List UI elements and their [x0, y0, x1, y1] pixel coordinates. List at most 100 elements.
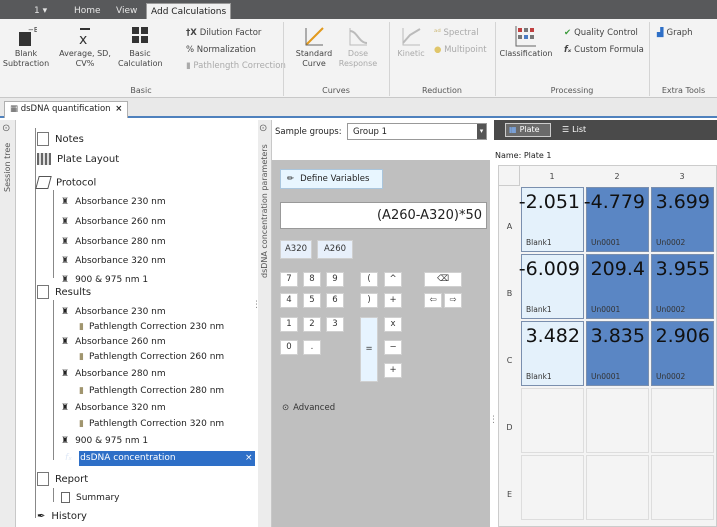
- tree-node-plate-layout[interactable]: Plate Layout: [37, 153, 119, 167]
- classification-button[interactable]: Classification: [498, 25, 554, 59]
- tab-view[interactable]: View: [116, 3, 137, 19]
- sample-groups-select[interactable]: Group 1 ▾: [347, 123, 487, 140]
- close-tab-icon[interactable]: ×: [115, 104, 122, 114]
- tree-node-history[interactable]: ✒ History: [37, 510, 87, 524]
- well-e1[interactable]: [521, 455, 584, 520]
- well-b2[interactable]: 209.4 Un0001: [586, 254, 649, 319]
- well-e3[interactable]: [651, 455, 714, 520]
- document-tab[interactable]: ▦ dsDNA quantification ×: [4, 101, 129, 118]
- app-menu-button[interactable]: 1 ▾: [34, 3, 47, 19]
- well-b3[interactable]: 3.955 Un0002: [651, 254, 714, 319]
- tree-node-protocol-item[interactable]: ♜ Absorbance 230 nm: [61, 195, 166, 209]
- tab-add-calculations[interactable]: Add Calculations: [146, 3, 232, 19]
- spectral-button[interactable]: ᵃᵈ Spectral: [434, 28, 479, 39]
- well-a2[interactable]: -4.779 Un0001: [584, 187, 649, 252]
- well-a3[interactable]: 3.699 Un0002: [651, 187, 714, 252]
- basic-calculation-button[interactable]: Basic Calculation: [118, 25, 163, 69]
- multipoint-button[interactable]: ● Multipoint: [434, 45, 487, 56]
- key-plus[interactable]: +: [384, 293, 402, 308]
- plate-view-button[interactable]: ▦ Plate: [505, 123, 551, 137]
- tree-node-results[interactable]: Results: [37, 285, 91, 300]
- graph-button[interactable]: ▟ Graph: [657, 28, 693, 39]
- quality-control-button[interactable]: ✔ Quality Control: [564, 28, 638, 39]
- key-open-paren[interactable]: (: [360, 272, 378, 287]
- column-header[interactable]: 2: [586, 172, 648, 181]
- custom-formula-button[interactable]: fₓ Custom Formula: [564, 45, 644, 56]
- key-close-paren[interactable]: ): [360, 293, 378, 308]
- key-minus[interactable]: −: [384, 340, 402, 355]
- well-d2[interactable]: [586, 388, 649, 453]
- well-b1[interactable]: -6.009 Blank1: [519, 254, 584, 319]
- key-1[interactable]: 1: [280, 317, 298, 332]
- pathlength-correction-button[interactable]: ▮ Pathlength Correction: [186, 61, 286, 72]
- standard-curve-button[interactable]: Standard Curve: [294, 25, 334, 69]
- key-5[interactable]: 5: [303, 293, 321, 308]
- key-decimal[interactable]: .: [303, 340, 321, 355]
- key-4[interactable]: 4: [280, 293, 298, 308]
- define-variables-button[interactable]: ✏ Define Variables: [280, 169, 383, 189]
- row-header[interactable]: B: [499, 289, 520, 298]
- tree-node-summary[interactable]: Summary: [61, 491, 120, 505]
- tree-node-result-item[interactable]: ♜ Absorbance 280 nm: [61, 367, 166, 381]
- well-c2[interactable]: 3.835 Un0001: [586, 321, 649, 386]
- tree-node-notes[interactable]: Notes: [37, 132, 84, 147]
- close-icon[interactable]: ×: [245, 451, 253, 465]
- key-power[interactable]: ^: [384, 272, 402, 287]
- tree-node-protocol-item[interactable]: ♜ Absorbance 280 nm: [61, 235, 166, 249]
- tree-node-protocol[interactable]: Protocol: [35, 176, 96, 191]
- tree-node-protocol-item[interactable]: ♜ Absorbance 260 nm: [61, 215, 166, 229]
- tree-node-result-item[interactable]: ♜ Absorbance 260 nm: [61, 335, 166, 349]
- tree-node-protocol-item[interactable]: ♜ Absorbance 320 nm: [61, 254, 166, 268]
- formula-input[interactable]: (A260-A320)*50: [280, 202, 487, 229]
- collapse-icon[interactable]: ⊙: [2, 123, 10, 134]
- kinetic-button[interactable]: Kinetic: [394, 25, 428, 59]
- key-plus-extra[interactable]: +: [384, 363, 402, 378]
- tree-node-result-item[interactable]: ▮ Pathlength Correction 280 nm: [79, 384, 224, 398]
- tree-node-report[interactable]: Report: [37, 472, 88, 487]
- tree-node-result-item[interactable]: ▮ Pathlength Correction 230 nm: [79, 320, 224, 334]
- column-header[interactable]: 1: [521, 172, 583, 181]
- key-8[interactable]: 8: [303, 272, 321, 287]
- key-7[interactable]: 7: [280, 272, 298, 287]
- tree-node-result-item[interactable]: ▮ Pathlength Correction 320 nm: [79, 417, 224, 431]
- tab-home[interactable]: Home: [74, 3, 101, 19]
- cursor-right-button[interactable]: ⇨: [444, 293, 462, 308]
- key-2[interactable]: 2: [303, 317, 321, 332]
- blank-subtraction-button[interactable]: −B Blank Subtraction: [2, 25, 50, 69]
- session-tree-strip[interactable]: ⊙ Session tree: [0, 120, 16, 527]
- normalization-button[interactable]: % Normalization: [186, 45, 256, 56]
- average-sd-cv-button[interactable]: x Average, SD, CV%: [54, 25, 116, 69]
- tree-node-result-item[interactable]: ♜ Absorbance 230 nm: [61, 305, 166, 319]
- variable-a320-button[interactable]: A320: [280, 240, 312, 259]
- variable-a260-button[interactable]: A260: [317, 240, 353, 259]
- parameters-strip[interactable]: ⊙ dsDNA concentration parameters: [258, 120, 272, 527]
- tree-node-dsdna-concentration[interactable]: fₓ dsDNA concentration ×: [65, 451, 253, 465]
- key-6[interactable]: 6: [326, 293, 344, 308]
- row-header[interactable]: C: [499, 356, 520, 365]
- row-header[interactable]: D: [499, 423, 520, 432]
- well-c3[interactable]: 2.906 Un0002: [651, 321, 714, 386]
- list-view-button[interactable]: ☰ List: [562, 123, 612, 137]
- key-9[interactable]: 9: [326, 272, 344, 287]
- well-c1[interactable]: 3.482 Blank1: [521, 321, 584, 386]
- tree-node-result-item[interactable]: ♜ Absorbance 320 nm: [61, 401, 166, 415]
- key-3[interactable]: 3: [326, 317, 344, 332]
- dilution-factor-button[interactable]: †X Dilution Factor: [186, 28, 261, 39]
- cursor-left-button[interactable]: ⇦: [424, 293, 442, 308]
- backspace-button[interactable]: ⌫: [424, 272, 462, 287]
- well-d1[interactable]: [521, 388, 584, 453]
- well-e2[interactable]: [586, 455, 649, 520]
- key-0[interactable]: 0: [280, 340, 298, 355]
- key-multiply[interactable]: x: [384, 317, 402, 332]
- row-header[interactable]: A: [499, 222, 520, 231]
- row-header[interactable]: E: [499, 490, 520, 499]
- well-a1[interactable]: -2.051 Blank1: [519, 187, 584, 252]
- advanced-toggle[interactable]: ⊙ Advanced: [282, 403, 335, 413]
- collapse-icon[interactable]: ⊙: [259, 123, 267, 134]
- tree-node-result-item[interactable]: ▮ Pathlength Correction 260 nm: [79, 350, 224, 364]
- well-d3[interactable]: [651, 388, 714, 453]
- key-equals[interactable]: =: [360, 317, 378, 382]
- dose-response-button[interactable]: Dose Response: [338, 25, 378, 69]
- tree-node-result-item[interactable]: ♜ 900 & 975 nm 1: [61, 434, 148, 448]
- column-header[interactable]: 3: [651, 172, 713, 181]
